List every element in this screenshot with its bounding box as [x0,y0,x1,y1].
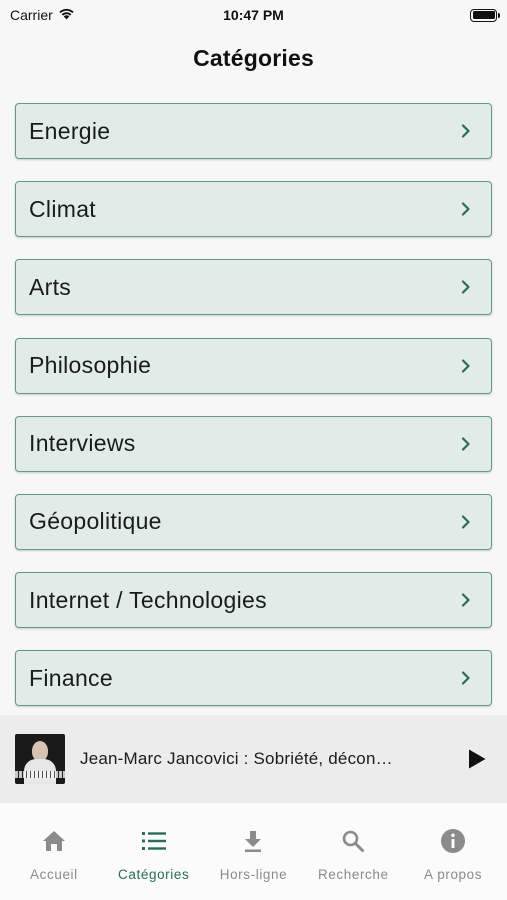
tab-recherche[interactable]: Recherche [303,803,403,900]
category-label: Internet / Technologies [29,586,267,613]
category-item-interviews[interactable]: Interviews [15,415,492,472]
category-label: Philosophie [29,352,152,379]
category-item-climat[interactable]: Climat [15,181,492,238]
status-left: Carrier [10,7,75,23]
page-title: Catégories [193,45,314,71]
chevron-right-icon [459,202,473,216]
tab-accueil[interactable]: Accueil [4,803,104,900]
chevron-right-icon [459,280,473,294]
play-button[interactable] [462,744,492,774]
player-episode-title: Jean-Marc Jancovici : Sobriété, décon… [80,749,393,768]
download-icon [239,827,267,855]
artwork-caption-strip [15,771,65,778]
category-item-geopolitique[interactable]: Géopolitique [15,493,492,550]
tab-a-propos[interactable]: A propos [403,803,503,900]
mini-player[interactable]: Jean-Marc Jancovici : Sobriété, décon… [0,715,507,803]
artwork-portrait-head [32,741,48,761]
list-icon [140,827,168,855]
tab-categories[interactable]: Catégories [104,803,204,900]
category-item-arts[interactable]: Arts [15,259,492,316]
episode-artwork [15,734,65,784]
category-list: Energie Climat Arts Philosophie Intervie… [15,103,492,729]
battery-icon [470,8,500,22]
chevron-right-icon [459,671,473,685]
tab-label: A propos [424,867,483,882]
category-label: Arts [29,273,72,300]
battery-level [472,11,495,19]
home-icon [40,827,68,855]
chevron-right-icon [459,593,473,607]
category-item-energie[interactable]: Energie [15,103,492,159]
category-label: Energie [29,117,111,144]
status-time: 10:47 PM [223,7,284,23]
chevron-right-icon [459,358,473,373]
play-icon [469,749,486,769]
chevron-right-icon [459,515,473,529]
status-bar: Carrier 10:47 PM [0,0,507,30]
category-item-internet-technologies[interactable]: Internet / Technologies [15,572,492,629]
tab-label: Accueil [30,867,78,882]
category-item-finance[interactable]: Finance [15,650,492,707]
category-item-philosophie[interactable]: Philosophie [15,337,492,394]
carrier-label: Carrier [10,7,53,23]
chevron-right-icon [459,124,473,138]
tab-hors-ligne[interactable]: Hors-ligne [204,803,304,900]
tab-label: Recherche [317,867,389,882]
tab-label: Catégories [118,867,190,882]
info-icon [439,827,467,855]
tab-bar: Accueil Catégories Hors-ligne Recherche … [0,803,507,900]
category-label: Géopolitique [29,508,162,535]
category-label: Interviews [29,430,136,457]
tab-label: Hors-ligne [219,867,288,882]
chevron-right-icon [459,437,473,451]
search-icon [339,827,367,855]
category-label: Finance [29,664,113,691]
wifi-icon [58,7,75,23]
category-label: Climat [29,195,96,222]
